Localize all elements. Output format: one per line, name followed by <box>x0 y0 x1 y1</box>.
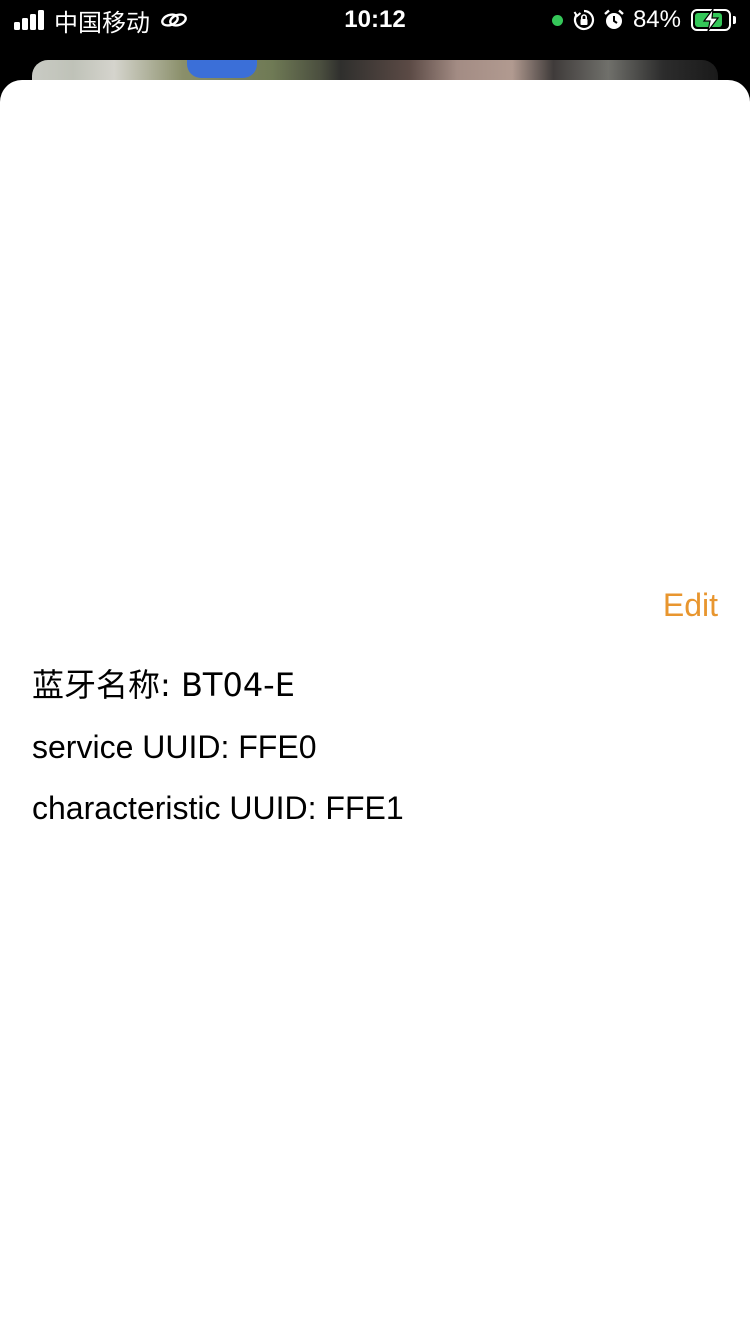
orientation-lock-icon <box>573 9 595 31</box>
bluetooth-name-label: 蓝牙名称: BT04-E <box>32 666 295 704</box>
characteristic-uuid-label: characteristic UUID: FFE1 <box>32 790 404 826</box>
battery-nub <box>733 16 736 24</box>
battery-charging-icon <box>691 9 731 31</box>
battery-percent: 84% <box>632 6 681 33</box>
status-bar-right: 84% <box>551 6 736 34</box>
service-uuid-label: service UUID: FFE0 <box>32 729 317 765</box>
background-image-detail <box>187 60 257 78</box>
edit-button[interactable]: Edit <box>663 585 718 625</box>
alarm-icon <box>604 9 624 29</box>
status-bar: 中国移动 10:12 84% <box>0 0 750 40</box>
modal-sheet: Edit 蓝牙名称: BT04-E service UUID: FFE0 cha… <box>0 80 750 1334</box>
charging-bolt-icon <box>702 9 720 31</box>
screen: 中国移动 10:12 84% Edit 蓝牙名称: BT04-E service… <box>0 0 750 1334</box>
green-dot-indicator <box>551 14 563 26</box>
